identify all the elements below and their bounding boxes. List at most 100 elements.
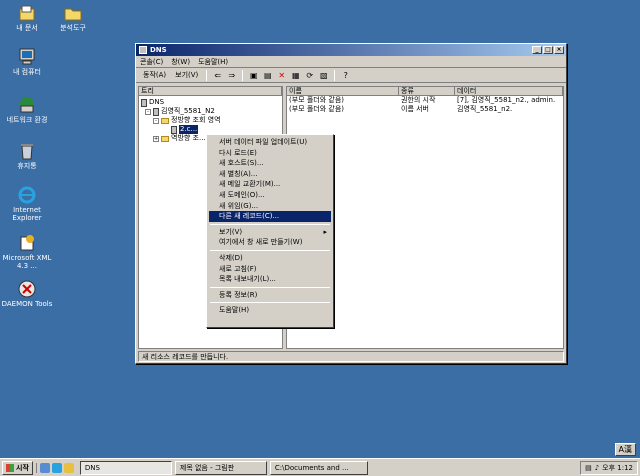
menu-item-other-new-records[interactable]: 다른 새 레코드(C)... [209,211,331,222]
collapse-icon[interactable]: - [145,108,151,115]
delete-icon[interactable]: ✕ [276,70,287,81]
recycle-bin-icon [17,142,37,160]
taskbar-task-label: DNS [84,463,100,472]
up-folder-icon[interactable]: ▣ [248,70,259,81]
folder-icon [63,4,83,22]
record-name: (부모 폴더와 같음) [289,96,344,104]
record-row[interactable]: (부모 폴더와 같음) 이름 서버 김영직_5581_n2. [287,105,563,114]
folder-icon [161,117,169,124]
menu-item-label: 보기(V) [219,227,243,236]
menu-item-help[interactable]: 도움말(H) [209,305,331,316]
menu-item-reload[interactable]: 다시 로드(E) [209,148,331,159]
toolbar-separator [206,69,208,81]
desktop-icon-label: 내 문서 [16,24,38,32]
show-desktop-icon[interactable] [39,462,50,473]
menu-console[interactable]: 콘솔(C) [140,57,163,67]
tree-node-server[interactable]: - 김영직_5581_N2 [145,107,215,116]
desktop-icon-my-computer[interactable]: 내 컴퓨터 [0,48,54,76]
tree-node-forward-zones[interactable]: - 정방향 조회 영역 [153,116,221,125]
menu-item-view[interactable]: 보기(V) ▸ [209,227,331,238]
tree-header: 트리 [139,87,282,96]
collapse-icon[interactable]: - [153,117,159,124]
clock[interactable]: 오후 1:12 [602,463,633,473]
tree-node-label: 2.c... [179,125,199,134]
tree-node-dns[interactable]: DNS [141,98,164,107]
explorer-quicklaunch-icon[interactable] [63,462,74,473]
action-menu-button[interactable]: 동작(A) [140,70,169,81]
column-header-type[interactable]: 종류 [399,87,455,95]
start-button[interactable]: 시작 [2,460,33,475]
properties-icon[interactable]: ▦ [290,70,301,81]
desktop-icon-label: Microsoft XML 4.3 ... [2,254,52,270]
taskbar-button-paint[interactable]: 제목 없음 - 그림판 [174,460,267,475]
taskbar-button-dns[interactable]: DNS [79,460,172,475]
toolbar-separator [242,69,244,81]
tree-node-label: DNS [149,98,165,106]
tree-node-label: 정방향 조회 영역 [171,116,221,124]
start-label: 시작 [16,463,29,472]
desktop-icon-label: 네트워크 환경 [6,116,48,124]
taskbar-task-label: C:\Documents and ... [274,463,349,472]
record-type: 이름 서버 [401,105,429,113]
tree-node-reverse-zones[interactable]: + 역방향 조... [153,134,206,143]
desktop-icon-label: 휴지통 [17,162,37,170]
submenu-arrow-icon: ▸ [323,227,327,236]
daemon-tools-icon [17,280,37,298]
record-name: (부모 폴더와 같음) [289,105,344,113]
ime-toolbar[interactable]: A漢 [614,443,636,456]
menu-bar: 콘솔(C) 창(W) 도움말(H) [136,56,566,68]
title-bar[interactable]: DNS _ □ × [136,44,566,56]
column-header-name[interactable]: 이름 [287,87,399,95]
network-tray-icon[interactable]: ▤ [585,464,592,472]
menu-item-refresh[interactable]: 새로 고침(F) [209,264,331,275]
desktop-icon-internet-explorer[interactable]: Internet Explorer [0,186,54,222]
menu-item-new-host[interactable]: 새 호스트(S)... [209,158,331,169]
menu-item-new-mail-exchanger[interactable]: 새 메일 교환기(M)... [209,179,331,190]
view-menu-button[interactable]: 보기(V) [172,70,201,81]
network-icon [17,96,37,114]
minimize-button[interactable]: _ [532,46,542,54]
desktop-icon-msxml[interactable]: Microsoft XML 4.3 ... [0,234,54,270]
menu-separator [210,249,330,251]
desktop-icon-daemon-tools[interactable]: DAEMON Tools [0,280,54,308]
taskbar-button-explorer[interactable]: C:\Documents and ... [269,460,368,475]
menu-item-new-domain[interactable]: 새 도메인(O)... [209,190,331,201]
close-button[interactable]: × [554,46,564,54]
ie-quicklaunch-icon[interactable] [51,462,62,473]
maximize-button[interactable]: □ [543,46,553,54]
menu-item-update-server-data[interactable]: 서버 데이터 파일 업데이트(U) [209,137,331,148]
forward-arrow-icon[interactable]: ⇒ [226,70,237,81]
volume-tray-icon[interactable]: ♪ [595,464,599,472]
show-tree-icon[interactable]: ▤ [262,70,273,81]
tree-header-label: 트리 [139,87,282,95]
desktop-icon-analysis-tools[interactable]: 분석도구 [46,4,100,32]
toolbar: 동작(A) 보기(V) ⇐ ⇒ ▣ ▤ ✕ ▦ ⟳ ▧ ? [136,68,566,83]
menu-help[interactable]: 도움말(H) [198,57,228,67]
menu-item-new-window-from-here[interactable]: 여기에서 창 새로 만들기(W) [209,237,331,248]
menu-item-delete[interactable]: 삭제(D) [209,253,331,264]
console-panes: 트리 DNS - 김영직_5581_N2 - 정방향 조회 영역 2.c... + 역… [138,86,564,349]
menu-item-properties[interactable]: 등록 정보(R) [209,290,331,301]
help-icon[interactable]: ? [340,70,351,81]
menu-separator [210,302,330,304]
dns-app-icon [139,46,147,54]
column-header-data[interactable]: 데이터 [455,87,563,95]
tree-node-zone[interactable]: 2.c... [171,125,199,134]
windows-logo-icon [6,463,14,472]
menu-item-new-alias[interactable]: 새 별칭(A)... [209,169,331,180]
window-title: DNS [150,46,167,54]
desktop-icon-label: Internet Explorer [12,206,42,222]
desktop-icon-network[interactable]: 네트워크 환경 [0,96,54,124]
menu-window[interactable]: 창(W) [171,57,190,67]
export-list-icon[interactable]: ▧ [318,70,329,81]
folder-icon [161,135,169,142]
menu-item-export-list[interactable]: 목록 내보내기(L)... [209,274,331,285]
record-row[interactable]: (부모 폴더와 같음) 권한의 시작 [7], 김영직_5581_n2., ad… [287,96,563,105]
back-arrow-icon[interactable]: ⇐ [212,70,223,81]
refresh-icon[interactable]: ⟳ [304,70,315,81]
menu-item-new-delegation[interactable]: 새 위임(G)... [209,201,331,212]
my-documents-icon [17,4,37,22]
desktop-icon-recycle-bin[interactable]: 휴지통 [0,142,54,170]
expand-icon[interactable]: + [153,135,159,142]
taskbar-task-label: 제목 없음 - 그림판 [179,463,235,472]
